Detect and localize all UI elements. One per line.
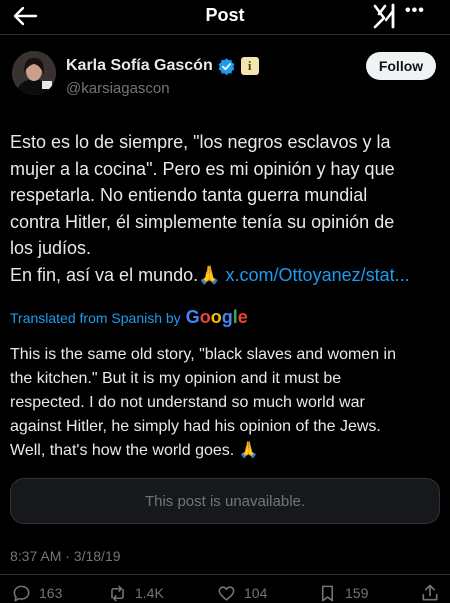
reply-button[interactable]: 163 bbox=[12, 583, 62, 603]
avatar[interactable] bbox=[12, 51, 56, 95]
translated-text-line: against Hitler, he simply had his opinio… bbox=[10, 418, 381, 435]
verified-badge-icon bbox=[217, 57, 236, 76]
repost-button[interactable]: 1.4K bbox=[108, 583, 164, 603]
translation-attribution[interactable]: Translated from Spanish by Google bbox=[10, 307, 248, 328]
translated-text-line: the kitchen." But it is my opinion and i… bbox=[10, 370, 342, 387]
repost-count: 1.4K bbox=[135, 585, 164, 601]
author-name[interactable]: Karla Sofía Gascón bbox=[66, 57, 213, 75]
like-count: 104 bbox=[244, 585, 268, 601]
translated-text-line: respected. I do not understand so much w… bbox=[10, 394, 365, 411]
post-text-line: contra Hitler, él simplemente tenía su o… bbox=[10, 211, 395, 232]
unavailable-quoted-post[interactable]: This post is unavailable. bbox=[10, 478, 440, 524]
actions-divider bbox=[0, 574, 450, 575]
post-text-line: Esto es lo de siempre, "los negros escla… bbox=[10, 132, 391, 152]
repost-icon bbox=[111, 585, 124, 601]
post-text-last-line: En fin, así va el mundo.🙏 x.com/Ottoyane… bbox=[10, 262, 442, 289]
header-divider bbox=[0, 34, 450, 35]
post-link[interactable]: x.com/Ottoyanez/stat... bbox=[226, 265, 410, 285]
post-text: Esto es lo de siempre, "los negros escla… bbox=[10, 129, 442, 288]
reply-icon bbox=[13, 585, 30, 601]
follow-button[interactable]: Follow bbox=[366, 52, 436, 80]
author-handle[interactable]: @karsiagascon bbox=[66, 80, 170, 97]
bookmark-button[interactable]: 159 bbox=[318, 583, 368, 603]
folded-hands-emoji: 🙏 bbox=[198, 264, 221, 285]
affiliate-badge[interactable]: i bbox=[240, 57, 259, 75]
bookmark-icon bbox=[321, 585, 334, 601]
post-text-line: mujer a la cocina". Pero es mi opinión y… bbox=[10, 158, 395, 179]
post-timestamp[interactable]: 8:37 AM · 3/18/19 bbox=[10, 548, 121, 564]
translated-text-line: Well, that's how the world goes. bbox=[10, 442, 235, 459]
grok-icon[interactable] bbox=[372, 2, 398, 30]
google-logo: Google bbox=[185, 307, 248, 327]
action-bar: 163 1.4K 104 159 bbox=[0, 583, 450, 603]
share-icon[interactable] bbox=[419, 583, 441, 603]
reply-count: 163 bbox=[39, 585, 63, 601]
top-bar: Post ••• bbox=[0, 0, 450, 34]
heart-icon bbox=[218, 585, 235, 601]
post-text-line: los judíos. bbox=[10, 238, 92, 258]
post-text-line: En fin, así va el mundo. bbox=[10, 264, 199, 285]
unavailable-message: This post is unavailable. bbox=[144, 492, 306, 510]
more-options-icon[interactable]: ••• bbox=[405, 2, 433, 28]
folded-hands-emoji: 🙏 bbox=[238, 442, 259, 459]
post-text-line: respetarla. No entiendo tanta guerra mun… bbox=[10, 185, 368, 205]
bookmark-count: 159 bbox=[345, 585, 369, 601]
translated-text-last-line: Well, that's how the world goes. 🙏 bbox=[10, 439, 442, 463]
translated-text: This is the same old story, "black slave… bbox=[10, 343, 442, 463]
translation-label: Translated from Spanish by bbox=[10, 310, 181, 326]
like-button[interactable]: 104 bbox=[217, 583, 267, 603]
translated-text-line: This is the same old story, "black slave… bbox=[10, 346, 396, 363]
author-name-row: Karla Sofía Gascón i bbox=[66, 55, 259, 77]
